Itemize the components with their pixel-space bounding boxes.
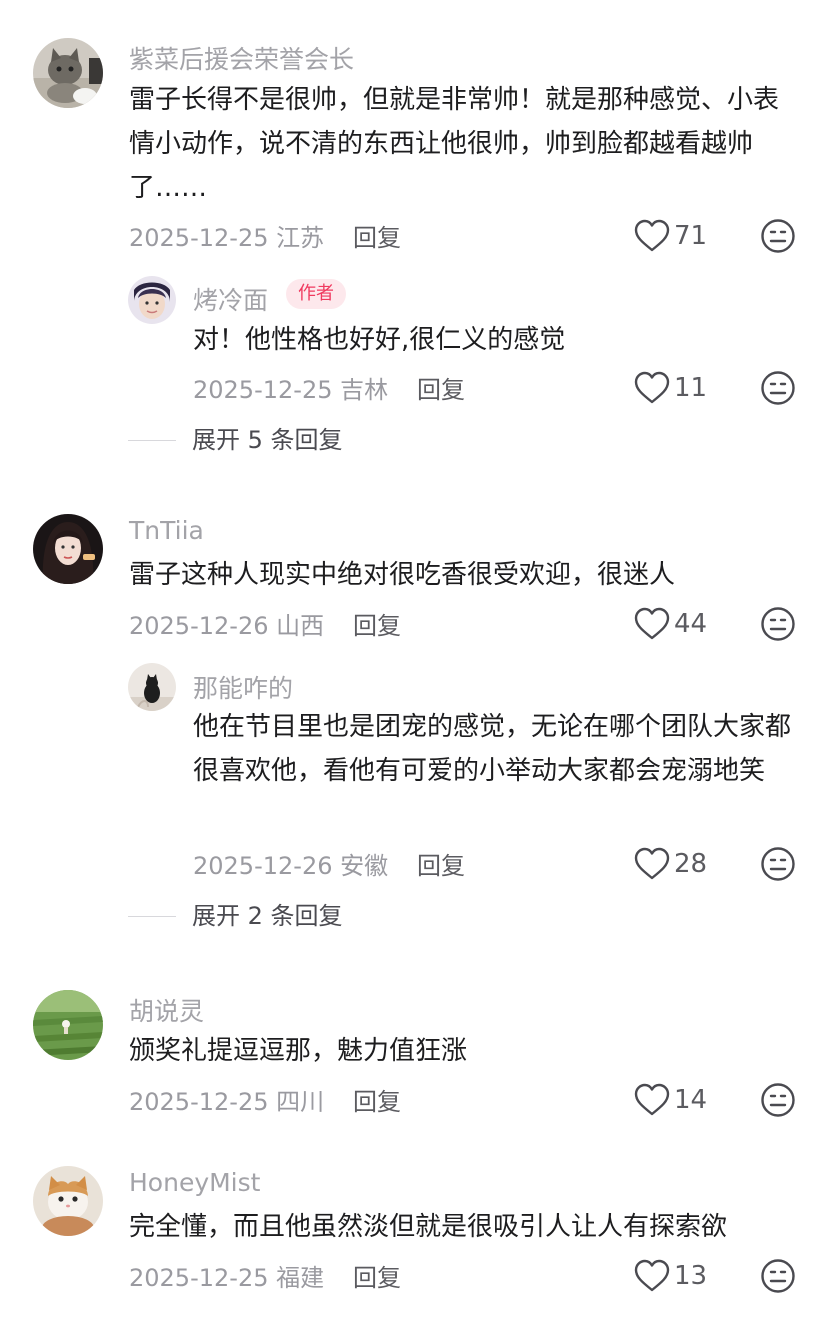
- comment-date-location: 2025-12-25 福建: [129, 1264, 325, 1292]
- heart-outline-icon: [634, 1259, 670, 1292]
- meh-face-icon: [761, 1259, 795, 1293]
- user-avatar[interactable]: [33, 1166, 103, 1236]
- like-button[interactable]: 13: [634, 1256, 707, 1296]
- username[interactable]: HoneyMist: [129, 1168, 260, 1197]
- reply-button[interactable]: 回复: [353, 1258, 401, 1293]
- comment-item: HoneyMist 完全懂，而且他虽然淡但就是很吸引人让人有探索欲 2025-1…: [0, 0, 828, 1320]
- comment-text: 完全懂，而且他虽然淡但就是很吸引人让人有探索欲: [129, 1212, 728, 1242]
- more-options-button[interactable]: [760, 1258, 796, 1294]
- like-count: 13: [674, 1261, 708, 1291]
